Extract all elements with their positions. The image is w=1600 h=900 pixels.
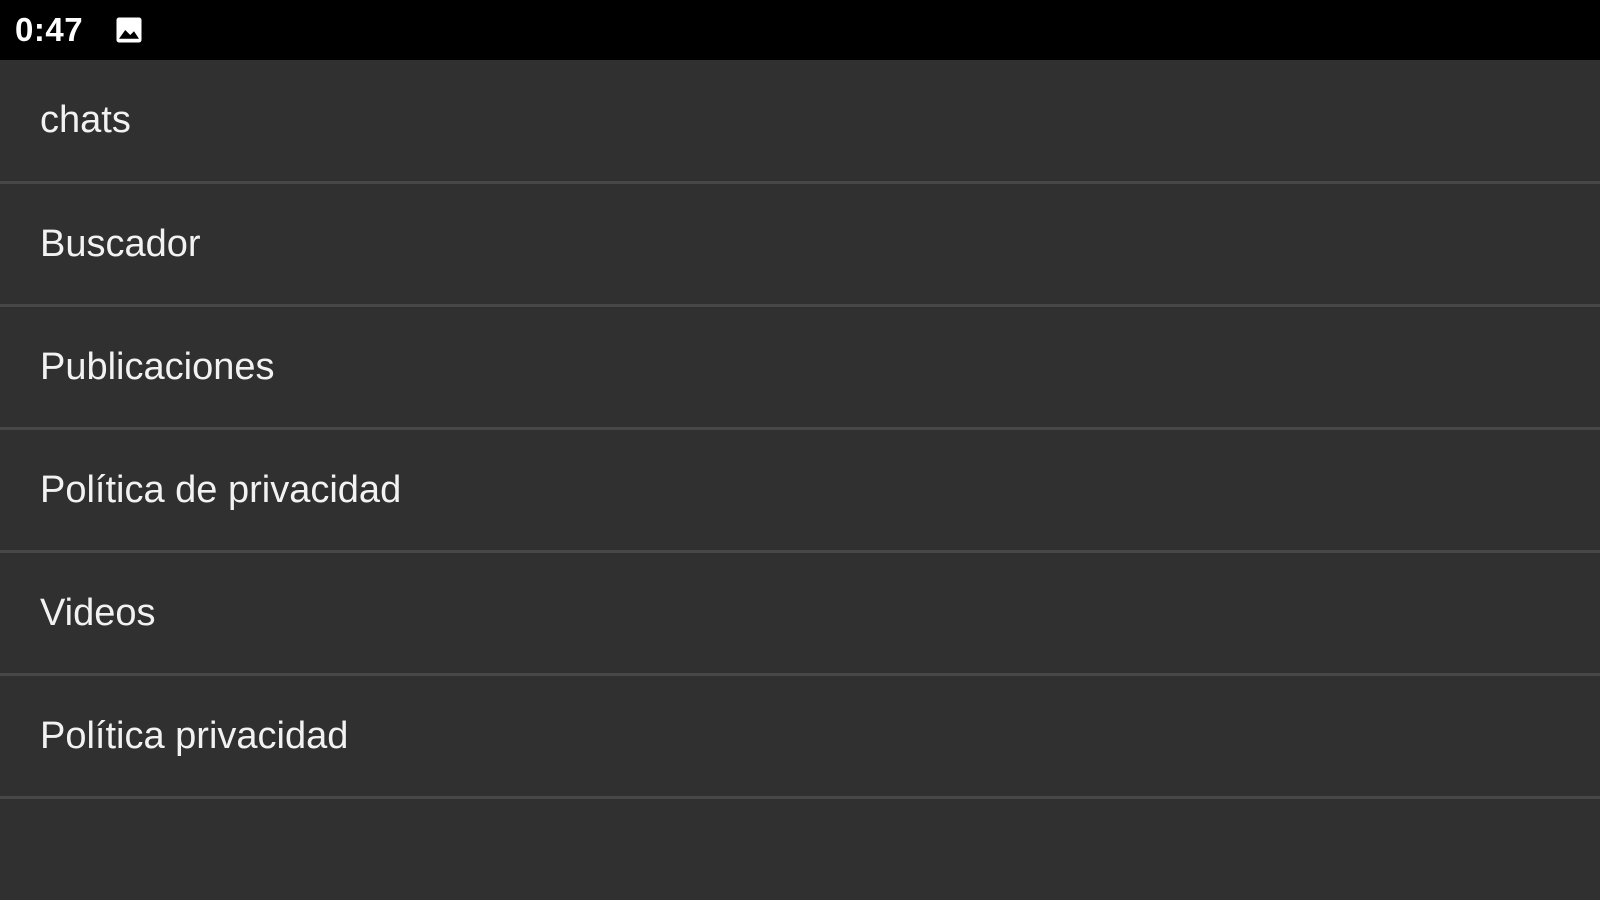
image-icon (113, 14, 145, 46)
status-bar: 0:47 (0, 0, 1600, 60)
menu-item-politica-privacidad[interactable]: Política privacidad (0, 676, 1600, 799)
menu-item-videos[interactable]: Videos (0, 553, 1600, 676)
menu-item-label: chats (40, 99, 131, 141)
menu-item-label: Videos (40, 591, 156, 634)
status-time: 0:47 (15, 11, 84, 48)
menu-item-label: Política privacidad (40, 714, 349, 757)
menu-item-label: Publicaciones (40, 345, 275, 388)
menu-list: chats Buscador Publicaciones Política de… (0, 60, 1600, 900)
menu-item-politica-de-privacidad[interactable]: Política de privacidad (0, 430, 1600, 553)
menu-item-label: Política de privacidad (40, 468, 402, 511)
menu-item-chats[interactable]: chats (0, 60, 1600, 184)
menu-item-label: Buscador (40, 222, 201, 265)
menu-item-publicaciones[interactable]: Publicaciones (0, 307, 1600, 430)
menu-item-buscador[interactable]: Buscador (0, 184, 1600, 307)
